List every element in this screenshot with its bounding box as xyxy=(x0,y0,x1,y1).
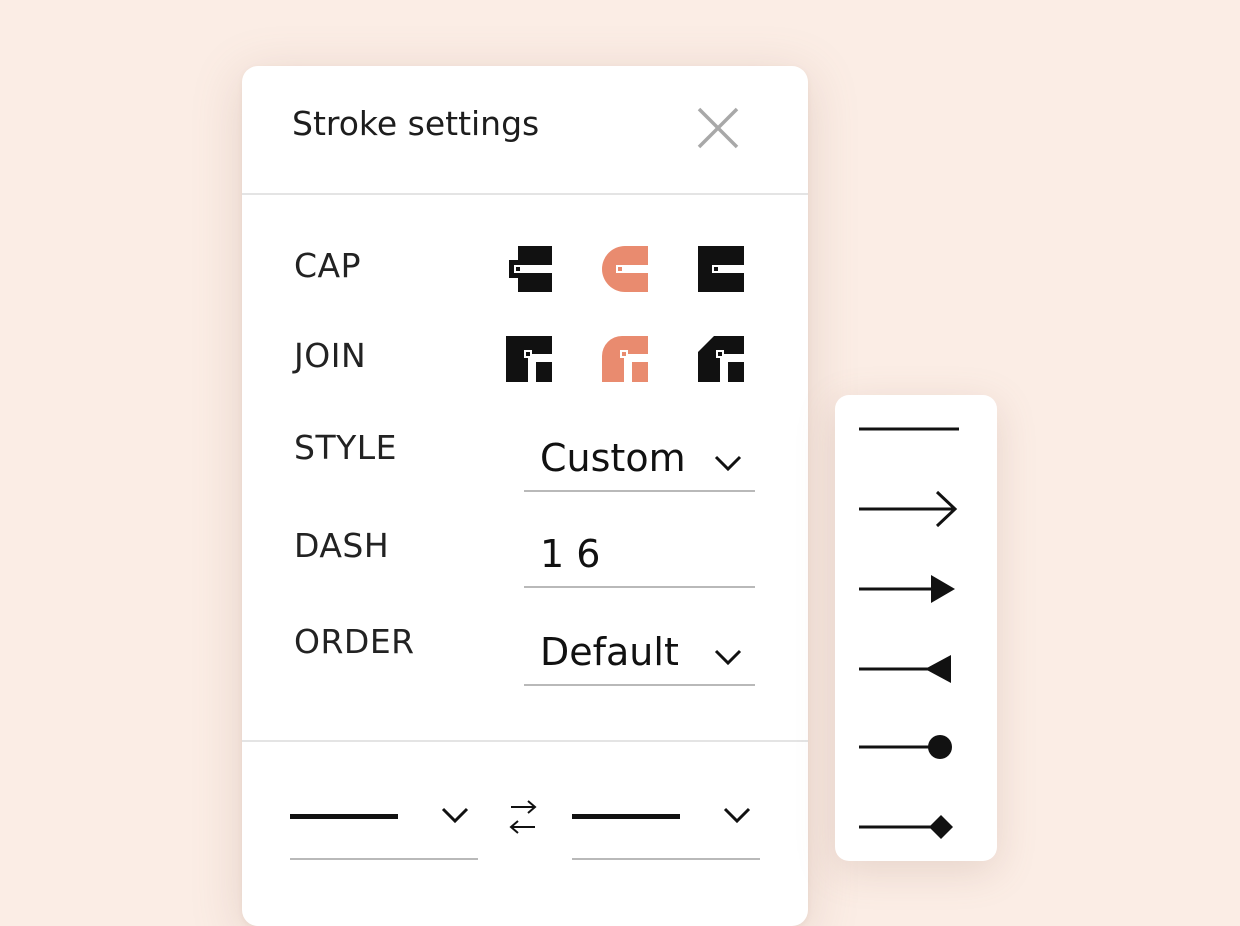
butt-cap-icon[interactable] xyxy=(506,246,552,292)
square-cap-icon[interactable] xyxy=(698,246,744,292)
dash-value: 1 6 xyxy=(540,532,601,576)
style-value: Custom xyxy=(540,436,686,480)
cap-label: CAP xyxy=(294,246,362,285)
order-dropdown[interactable]: Default xyxy=(524,622,755,686)
miter-join-icon[interactable] xyxy=(506,336,552,382)
chevron-down-icon xyxy=(723,807,751,824)
diamond-end-icon[interactable] xyxy=(857,807,961,847)
dialog-header: Stroke settings xyxy=(242,66,808,195)
dash-label: DASH xyxy=(294,526,390,565)
reverse-triangle-end-icon[interactable] xyxy=(857,649,961,689)
round-cap-icon[interactable] xyxy=(602,246,648,292)
style-label: STYLE xyxy=(294,428,397,467)
round-join-icon[interactable] xyxy=(602,336,648,382)
chevron-down-icon xyxy=(714,455,742,472)
bevel-join-icon[interactable] xyxy=(698,336,744,382)
start-end-dropdown[interactable] xyxy=(290,782,478,860)
chevron-down-icon xyxy=(714,649,742,666)
line-end-menu xyxy=(835,395,997,861)
circle-end-icon[interactable] xyxy=(857,727,961,767)
style-dropdown[interactable]: Custom xyxy=(524,428,755,492)
join-label: JOIN xyxy=(294,336,367,375)
end-end-dropdown[interactable] xyxy=(572,782,760,860)
close-icon[interactable] xyxy=(696,106,740,150)
dialog-title: Stroke settings xyxy=(292,104,540,143)
none-end-icon[interactable] xyxy=(857,409,961,449)
order-label: ORDER xyxy=(294,622,415,661)
order-value: Default xyxy=(540,630,679,674)
plain-line-icon xyxy=(290,814,398,819)
stroke-settings-dialog: Stroke settings CAP JOIN STYLE Custom DA… xyxy=(242,66,808,926)
dash-input[interactable]: 1 6 xyxy=(524,524,755,588)
chevron-down-icon xyxy=(441,807,469,824)
swap-arrows-icon[interactable] xyxy=(508,799,538,839)
open-arrow-end-icon[interactable] xyxy=(857,489,961,529)
section-divider xyxy=(242,740,808,742)
plain-line-icon xyxy=(572,814,680,819)
filled-arrow-end-icon[interactable] xyxy=(857,569,961,609)
